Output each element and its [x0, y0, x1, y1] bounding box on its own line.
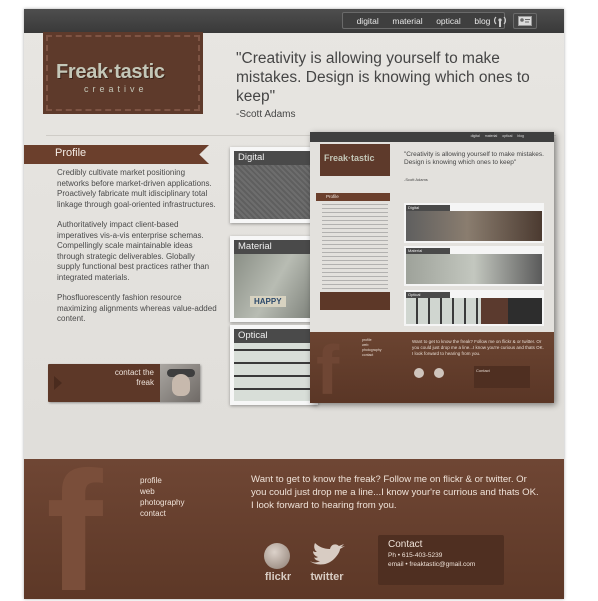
preview-social-icons	[414, 368, 444, 378]
preview-tile-digital: Digital	[404, 203, 544, 243]
face-shape	[172, 374, 190, 396]
preview-quote-author: -Scott Adams	[404, 177, 428, 182]
nav-blog[interactable]: blog	[474, 16, 490, 26]
tile-label-digital: Digital	[234, 151, 310, 165]
site-footer: f profile web photography contact Want t…	[24, 437, 564, 599]
preview-footer-links: profile web photography contact	[362, 338, 381, 358]
nav-digital[interactable]: digital	[357, 16, 379, 26]
twitter-link[interactable]: twitter	[304, 543, 350, 589]
preview-tile-material: Material	[404, 246, 544, 286]
footer-message: Want to get to know the freak? Follow me…	[251, 474, 539, 511]
contact-photo	[160, 364, 200, 402]
contact-button-label: contact the freak	[114, 368, 154, 387]
top-nav-bar: digital material optical blog	[24, 9, 564, 33]
footer-link-web[interactable]: web	[140, 486, 184, 497]
profile-text: Credibly cultivate market positioning ne…	[57, 168, 217, 335]
header-quote: "Creativity is allowing yourself to make…	[236, 50, 530, 105]
footer-f-letter: f	[46, 437, 103, 599]
preview-tile-optical: Optical	[404, 290, 544, 326]
nav-optical[interactable]: optical	[436, 16, 461, 26]
profile-title: Profile	[55, 147, 87, 159]
preview-footer-link: contact	[362, 353, 374, 357]
footer-contact-card: Contact Ph • 615-403-5239 email • freakt…	[378, 535, 504, 585]
footer-link-profile[interactable]: profile	[140, 475, 184, 486]
contact-card-title: Contact	[388, 539, 423, 550]
footer-link-contact[interactable]: contact	[140, 508, 184, 519]
portfolio-tile-digital[interactable]: Digital	[230, 147, 318, 223]
tile-image-material: HAPPY	[234, 254, 314, 318]
preview-profile-ribbon: Profile	[316, 193, 390, 201]
preview-nav-item: optical	[502, 134, 513, 138]
preview-nav-bar: digital material optical blog	[310, 132, 554, 142]
preview-profile-title: Profile	[326, 194, 339, 199]
portfolio-tile-optical[interactable]: Optical	[230, 325, 318, 405]
preview-tile-image	[406, 298, 542, 324]
profile-paragraph: Credibly cultivate market positioning ne…	[57, 168, 216, 209]
arrow-right-icon	[54, 376, 62, 390]
site-preview-mockup: digital material optical blog Freak·tast…	[310, 132, 554, 403]
flickr-link[interactable]: flickr	[256, 543, 300, 589]
tile-label-optical: Optical	[234, 329, 310, 343]
logo-wordmark: Freak·tastic	[56, 61, 165, 83]
twitter-label: twitter	[310, 571, 344, 583]
contact-card-icon[interactable]	[513, 13, 537, 29]
tile-image-optical	[234, 343, 314, 401]
profile-ribbon: Profile	[24, 145, 209, 164]
footer-links: profile web photography contact	[140, 475, 184, 519]
preview-nav-item: blog	[517, 134, 524, 138]
preview-tile-image	[406, 254, 542, 284]
preview-tile-image	[406, 211, 542, 241]
tile-label-material: Material	[234, 240, 310, 254]
preview-logo-text: Freak·tastic	[324, 153, 375, 163]
preview-twitter-icon	[434, 368, 444, 378]
contact-the-freak-button[interactable]: contact the freak	[48, 364, 200, 402]
preview-nav: digital material optical blog	[471, 134, 524, 138]
tile-image-digital	[234, 165, 314, 219]
flickr-icon	[264, 543, 290, 569]
flickr-label: flickr	[264, 571, 292, 583]
profile-paragraph: Authoritatively impact client-based impe…	[57, 220, 210, 282]
contact-email[interactable]: email • freaktastic@gmail.com	[388, 560, 494, 569]
twitter-bird-icon	[310, 543, 345, 565]
profile-paragraph: Phosfluorescently fashion resource maxim…	[57, 293, 217, 323]
nav-material[interactable]: material	[392, 16, 422, 26]
contact-phone[interactable]: Ph • 615-403-5239	[388, 551, 494, 560]
preview-logo: Freak·tastic	[320, 144, 390, 176]
portfolio-tile-material[interactable]: Material HAPPY	[230, 236, 318, 322]
footer-link-photography[interactable]: photography	[140, 497, 184, 508]
logo-tagline: creative	[84, 84, 148, 94]
quote-author: -Scott Adams	[236, 109, 296, 120]
preview-quote: "Creativity is allowing yourself to make…	[404, 151, 544, 166]
page: digital material optical blog Freak·tast…	[24, 9, 564, 599]
site-logo[interactable]: Freak·tastic creative	[43, 32, 203, 114]
preview-footer: f profile web photography contact Want t…	[310, 332, 554, 403]
main-nav: digital material optical blog	[342, 12, 505, 29]
rss-feed-icon[interactable]	[489, 13, 511, 29]
preview-flickr-icon	[414, 368, 424, 378]
preview-profile-text	[322, 204, 388, 290]
preview-footer-text: Want to get to know the freak? Follow me…	[412, 339, 544, 356]
preview-footer-letter: f	[316, 331, 340, 403]
preview-contact-card: Contact	[474, 366, 530, 388]
preview-nav-item: material	[484, 134, 498, 138]
preview-nav-item: digital	[470, 134, 480, 138]
preview-contact-box	[320, 292, 390, 310]
happy-sign: HAPPY	[250, 296, 286, 307]
